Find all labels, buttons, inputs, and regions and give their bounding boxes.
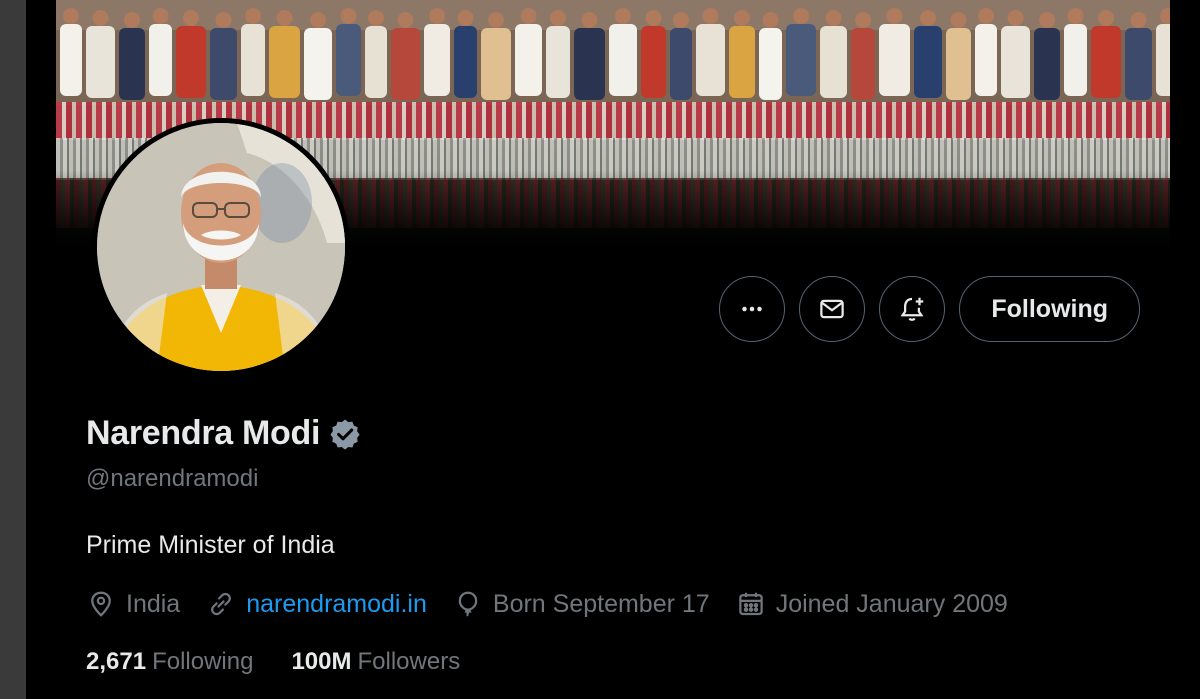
following-count: 2,671 xyxy=(86,648,147,675)
profile-meta: India narendramodi.in Born September 17 xyxy=(86,589,1034,619)
bell-plus-icon xyxy=(900,297,924,321)
more-button[interactable] xyxy=(719,276,786,342)
message-button[interactable] xyxy=(799,276,866,342)
profile-avatar[interactable] xyxy=(92,118,350,376)
following-stat[interactable]: 2,671 Following xyxy=(86,648,253,676)
following-button[interactable]: Following xyxy=(959,276,1140,342)
profile-header: Following Narendra Modi @narendramodi Pr… xyxy=(56,0,1170,699)
joined-text: Joined January 2009 xyxy=(775,589,1008,618)
balloon-icon xyxy=(458,591,478,617)
link-icon xyxy=(211,592,232,616)
window-left-border xyxy=(0,0,26,699)
profile-handle: @narendramodi xyxy=(86,465,259,492)
location-pin-icon xyxy=(91,591,111,617)
followers-stat[interactable]: 100M Followers xyxy=(291,648,460,676)
notifications-button[interactable] xyxy=(879,276,946,342)
name-row: Narendra Modi xyxy=(86,414,362,453)
right-gutter xyxy=(1170,0,1200,699)
profile-stats: 2,671 Following 100M Followers xyxy=(86,648,498,676)
verified-badge-icon[interactable] xyxy=(328,417,362,451)
profile-bio: Prime Minister of India xyxy=(86,531,335,559)
followers-label: Followers xyxy=(357,648,461,675)
joined-item: Joined January 2009 xyxy=(736,589,1008,619)
website-item: narendramodi.in xyxy=(206,589,427,619)
location-text: India xyxy=(126,589,181,618)
location-item: India xyxy=(86,589,180,619)
website-link[interactable]: narendramodi.in xyxy=(246,590,427,619)
display-name: Narendra Modi xyxy=(86,414,321,452)
banner-crowd-image xyxy=(56,0,1170,105)
birthday-text: Born September 17 xyxy=(492,589,710,618)
envelope-icon xyxy=(820,299,845,319)
profile-actions: Following xyxy=(719,276,1140,342)
following-label: Following xyxy=(152,648,254,675)
calendar-icon xyxy=(738,592,763,616)
more-horizontal-icon xyxy=(742,306,763,312)
left-gutter xyxy=(26,0,56,699)
avatar-photo xyxy=(97,123,345,371)
birthday-item: Born September 17 xyxy=(453,589,710,619)
followers-count: 100M xyxy=(291,648,352,675)
